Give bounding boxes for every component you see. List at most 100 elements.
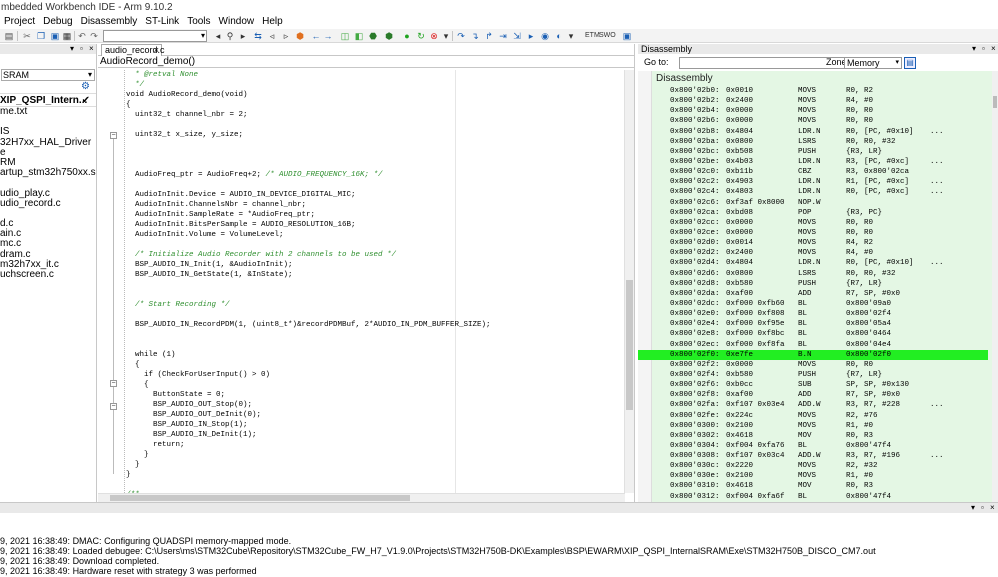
cut-icon[interactable]: ✂ bbox=[22, 31, 32, 41]
disassembly-row[interactable]: 0x800'02c4: 0x4803 LDR.N R0, [PC, #0xc]... bbox=[638, 187, 988, 197]
close-icon[interactable]: × bbox=[154, 45, 159, 56]
menu-window[interactable]: Window bbox=[216, 15, 260, 29]
step-out-icon[interactable]: ↱ bbox=[484, 31, 494, 41]
disassembly-row[interactable]: 0x800'0304: 0xf004 0xfa76 BL 0x800'47f4 bbox=[638, 441, 988, 451]
disassembly-row[interactable]: 0x800'02f6: 0xb0cc SUB SP, SP, #0x130 bbox=[638, 380, 988, 390]
options-icon[interactable]: ▾ bbox=[566, 31, 576, 41]
disassembly-row[interactable]: 0x800'030c: 0x2220 MOVS R2, #32 bbox=[638, 461, 988, 471]
etm-label[interactable]: ETM bbox=[585, 31, 600, 41]
disassembly-row[interactable]: 0x800'0300: 0x2100 MOVS R1, #0 bbox=[638, 421, 988, 431]
disassembly-row[interactable]: 0x800'02d2: 0x2400 MOVS R4, #0 bbox=[638, 248, 988, 258]
file-tree-item[interactable]: uchscreen.c bbox=[0, 269, 96, 280]
fold-icon[interactable]: − bbox=[110, 403, 117, 410]
step-into-icon[interactable]: ↴ bbox=[470, 31, 480, 41]
disassembly-row[interactable]: 0x800'02ce: 0x0000 MOVS R0, R0 bbox=[638, 228, 988, 238]
disassembly-row[interactable]: 0x800'02b0: 0x0010 MOVS R0, R2 bbox=[638, 86, 988, 96]
disassembly-row[interactable]: 0x800'02c0: 0xb11b CBZ R3, 0x800'02ca bbox=[638, 167, 988, 177]
print-icon[interactable]: ▤ bbox=[4, 31, 14, 41]
disassembly-row[interactable]: 0x800'02c6: 0xf3af 0x8000 NOP.W bbox=[638, 198, 988, 208]
breakpoint-icon[interactable]: ◐ bbox=[554, 31, 564, 41]
disassembly-row[interactable]: 0x800'02d8: 0xb580 PUSH {R7, LR} bbox=[638, 279, 988, 289]
bookmark-icon[interactable]: ⬢ bbox=[295, 31, 305, 41]
disassembly-listing[interactable]: Disassembly 0x800'02b0: 0x0010 MOVS R0, R2 0… bbox=[638, 71, 998, 502]
disassembly-vertical-scrollbar[interactable] bbox=[992, 71, 998, 502]
break-icon[interactable]: ◉ bbox=[540, 31, 550, 41]
run-to-cursor-icon[interactable]: ⇲ bbox=[512, 31, 522, 41]
find-prev-icon[interactable]: ◂ bbox=[213, 31, 223, 41]
disassembly-row[interactable]: 0x800'02da: 0xaf00 ADD R7, SP, #0x0 bbox=[638, 289, 988, 299]
file-tree-item[interactable] bbox=[0, 209, 96, 219]
nav-back-icon[interactable]: ← bbox=[311, 31, 321, 41]
disassembly-row[interactable]: 0x800'030e: 0x2100 MOVS R1, #0 bbox=[638, 471, 988, 481]
project-node[interactable]: XIP_QSPI_Intern... ✔ bbox=[0, 93, 96, 107]
disassembly-row[interactable]: 0x800'02bc: 0xb508 PUSH {R3, LR} bbox=[638, 147, 988, 157]
step-over-icon[interactable]: ↷ bbox=[456, 31, 466, 41]
pin-icon[interactable]: ▫ bbox=[982, 44, 985, 54]
disassembly-row[interactable]: 0x800'02cc: 0x0000 MOVS R0, R0 bbox=[638, 218, 988, 228]
go-icon[interactable]: ● bbox=[402, 31, 412, 41]
zone-select[interactable]: Memory ▾ bbox=[844, 57, 902, 69]
menu-st-link[interactable]: ST-Link bbox=[142, 15, 184, 29]
function-navigator[interactable]: AudioRecord_demo() bbox=[98, 56, 634, 68]
fold-icon[interactable]: − bbox=[110, 380, 117, 387]
disassembly-row[interactable]: 0x800'02b6: 0x0000 MOVS R0, R0 bbox=[638, 116, 988, 126]
search-icon[interactable]: ⚲ bbox=[225, 31, 235, 41]
find-combobox[interactable]: ▾ bbox=[103, 30, 207, 42]
disassembly-row[interactable]: 0x800'02fe: 0x224c MOVS R2, #76 bbox=[638, 411, 988, 421]
reset-icon[interactable]: ↻ bbox=[416, 31, 426, 41]
paste-icon[interactable]: ▣ bbox=[50, 31, 60, 41]
disassembly-row[interactable]: 0x800'02b8: 0x4804 LDR.N R0, [PC, #0x10]... bbox=[638, 127, 988, 137]
disassembly-row[interactable]: 0x800'0310: 0x4618 MOV R0, R3 bbox=[638, 481, 988, 491]
bookmark-next-icon[interactable]: ▹ bbox=[281, 31, 291, 41]
clipboard-icon[interactable]: ▦ bbox=[62, 31, 72, 41]
tab-audio-record[interactable]: audio_record.c × bbox=[101, 44, 165, 56]
disassembly-row[interactable]: 0x800'0308: 0xf107 0x03c4 ADD.W R3, R7, #19… bbox=[638, 451, 988, 461]
fold-icon[interactable]: − bbox=[110, 132, 117, 139]
close-icon[interactable]: × bbox=[89, 44, 94, 54]
code-area[interactable]: − − − − * @retval None */void AudioRecor… bbox=[98, 70, 634, 493]
pane-menu-icon[interactable]: ▾ bbox=[70, 44, 74, 54]
disassembly-row[interactable]: 0x800'02f2: 0x0000 MOVS R0, R0 bbox=[638, 360, 988, 370]
pane-menu-icon[interactable]: ▾ bbox=[972, 44, 976, 54]
scroll-thumb[interactable] bbox=[626, 280, 633, 410]
file-tree-item[interactable]: me.txt bbox=[0, 106, 96, 117]
nav-forward-icon[interactable]: → bbox=[323, 31, 333, 41]
disassembly-row[interactable]: 0x800'02d4: 0x4804 LDR.N R0, [PC, #0x10]... bbox=[638, 258, 988, 268]
build-icon[interactable]: ⬣ bbox=[368, 31, 378, 41]
close-icon[interactable]: × bbox=[990, 503, 995, 513]
pane-menu-icon[interactable]: ▾ bbox=[971, 503, 975, 513]
toggle-mixed-mode-icon[interactable]: ▤ bbox=[904, 57, 916, 69]
file-tree-item[interactable]: udio_record.c bbox=[0, 198, 96, 209]
menu-tools[interactable]: Tools bbox=[184, 15, 215, 29]
disassembly-row[interactable]: 0x800'02b2: 0x2400 MOVS R4, #0 bbox=[638, 96, 988, 106]
copy-icon[interactable]: ❐ bbox=[36, 31, 46, 41]
disassembly-row[interactable]: 0x800'02ec: 0xf000 0xf8fa BL 0x800'04e4 bbox=[638, 340, 988, 350]
disassembly-row[interactable]: 0x800'02f4: 0xb580 PUSH {R7, LR} bbox=[638, 370, 988, 380]
next-statement-icon[interactable]: ⇥ bbox=[498, 31, 508, 41]
scroll-thumb[interactable] bbox=[993, 96, 997, 108]
file-tree-item[interactable]: 32H7xx_HAL_Driver bbox=[0, 137, 96, 148]
pin-icon[interactable]: ▫ bbox=[981, 503, 984, 513]
scroll-thumb[interactable] bbox=[110, 495, 410, 501]
editor-vertical-scrollbar[interactable] bbox=[624, 70, 634, 493]
disassembly-row[interactable]: 0x800'02be: 0x4b03 LDR.N R3, [PC, #0xc]... bbox=[638, 157, 988, 167]
source-code[interactable]: * @retval None */ void AudioRecord_demo(v… bbox=[126, 70, 621, 493]
go-to-icon[interactable]: ⇆ bbox=[253, 31, 263, 41]
file-tree-item[interactable] bbox=[0, 117, 96, 127]
disassembly-row[interactable]: 0x800'02f0: 0xe7fe B.N 0x800'02f0 bbox=[638, 349, 988, 360]
disassembly-row[interactable]: 0x800'02c2: 0x4903 LDR.N R1, [PC, #0xc]... bbox=[638, 177, 988, 187]
menu-project[interactable]: Project bbox=[1, 15, 40, 29]
undo-icon[interactable]: ↶ bbox=[77, 31, 87, 41]
run-icon[interactable]: ▸ bbox=[526, 31, 536, 41]
disassembly-row[interactable]: 0x800'02ba: 0x0800 LSRS R0, R0, #32 bbox=[638, 137, 988, 147]
gear-icon[interactable]: ⚙ bbox=[81, 81, 90, 92]
close-icon[interactable]: × bbox=[991, 44, 996, 54]
redo-icon[interactable]: ↷ bbox=[89, 31, 99, 41]
stop-debug-icon[interactable]: ⊗ bbox=[429, 31, 439, 41]
pin-icon[interactable]: ▫ bbox=[80, 44, 83, 54]
disassembly-row[interactable]: 0x800'02b4: 0x0000 MOVS R0, R0 bbox=[638, 106, 988, 116]
file-tree-item[interactable] bbox=[0, 178, 96, 188]
disassembly-row[interactable]: 0x800'02d6: 0x0800 LSRS R0, R0, #32 bbox=[638, 269, 988, 279]
editor-horizontal-scrollbar[interactable] bbox=[98, 493, 625, 502]
menu-debug[interactable]: Debug bbox=[40, 15, 77, 29]
